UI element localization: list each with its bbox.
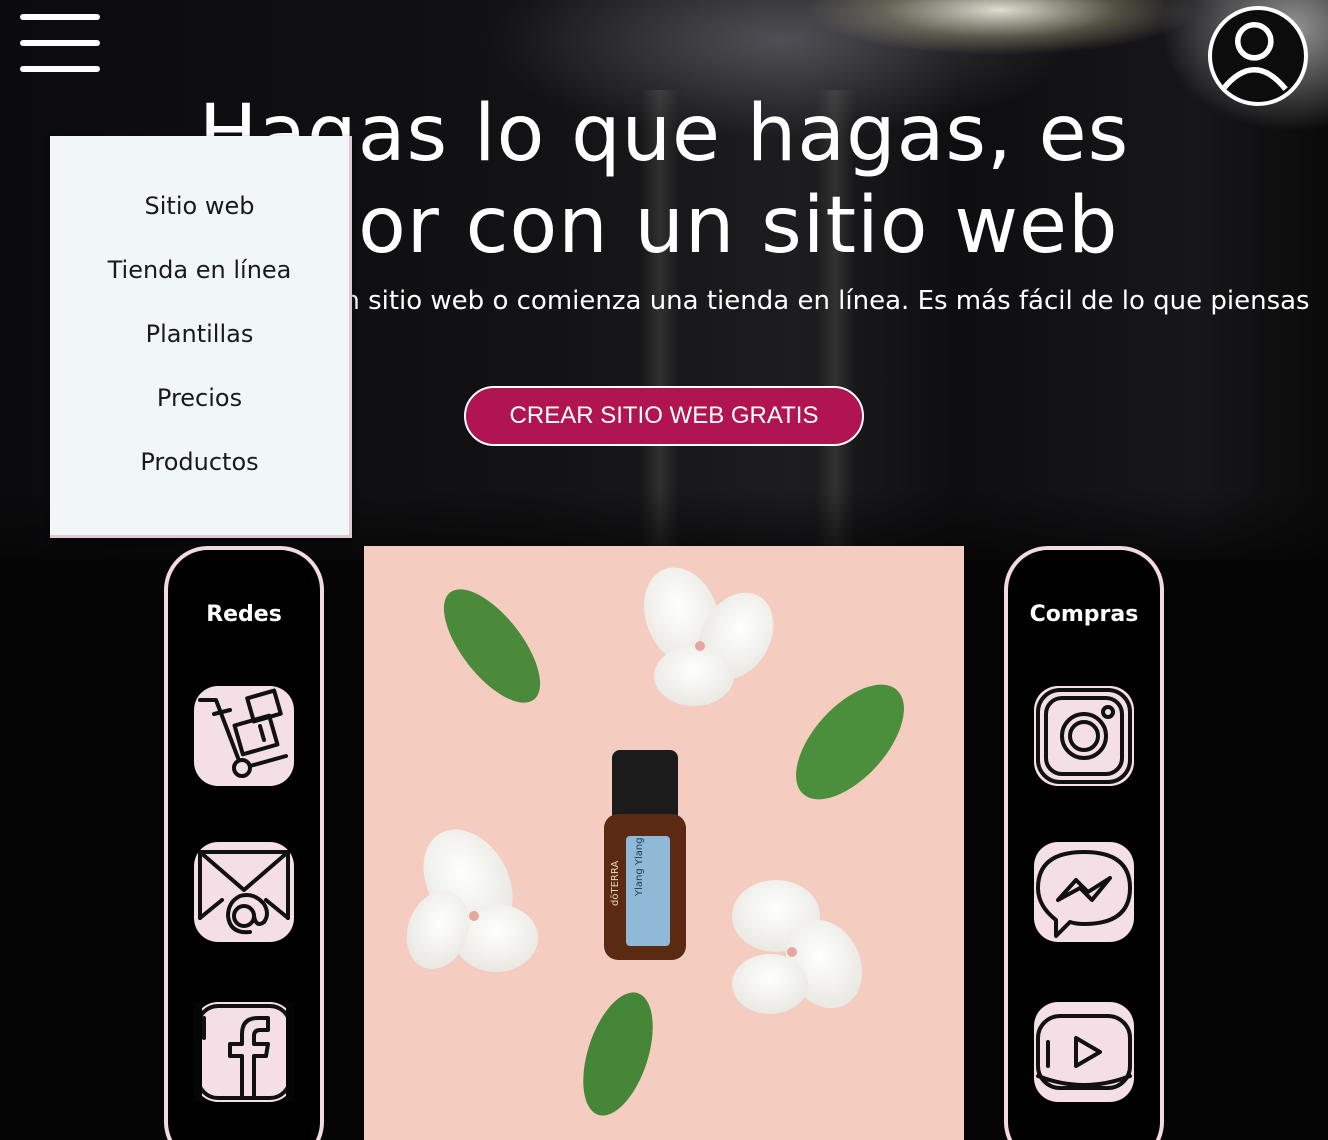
- menu-item-tienda[interactable]: Tienda en línea: [50, 252, 349, 316]
- essential-oil-bottle-image: Ylang Ylang dōTERRA: [364, 546, 964, 1140]
- email-icon[interactable]: [194, 842, 294, 942]
- shopping-panel: Compras: [1004, 546, 1164, 1140]
- menu-item-precios[interactable]: Precios: [50, 380, 349, 444]
- messenger-icon[interactable]: [1034, 842, 1134, 942]
- menu-item-sitio-web[interactable]: Sitio web: [50, 188, 349, 252]
- bottle-brand: dōTERRA: [610, 861, 621, 906]
- panel-title: Compras: [1029, 602, 1139, 627]
- menu-item-plantillas[interactable]: Plantillas: [50, 316, 349, 380]
- navigation-menu: Sitio web Tienda en línea Plantillas Pre…: [50, 136, 352, 538]
- hamburger-icon[interactable]: [18, 14, 102, 76]
- hand-truck-icon[interactable]: [194, 686, 294, 786]
- youtube-icon[interactable]: [1034, 1002, 1134, 1102]
- social-panel: Redes: [164, 546, 324, 1140]
- panel-title: Redes: [206, 602, 282, 627]
- instagram-icon[interactable]: [1034, 686, 1134, 786]
- create-website-button[interactable]: CREAR SITIO WEB GRATIS: [464, 386, 864, 446]
- facebook-icon[interactable]: [194, 1002, 294, 1102]
- bottle-label: Ylang Ylang: [634, 837, 645, 897]
- menu-item-productos[interactable]: Productos: [50, 444, 349, 508]
